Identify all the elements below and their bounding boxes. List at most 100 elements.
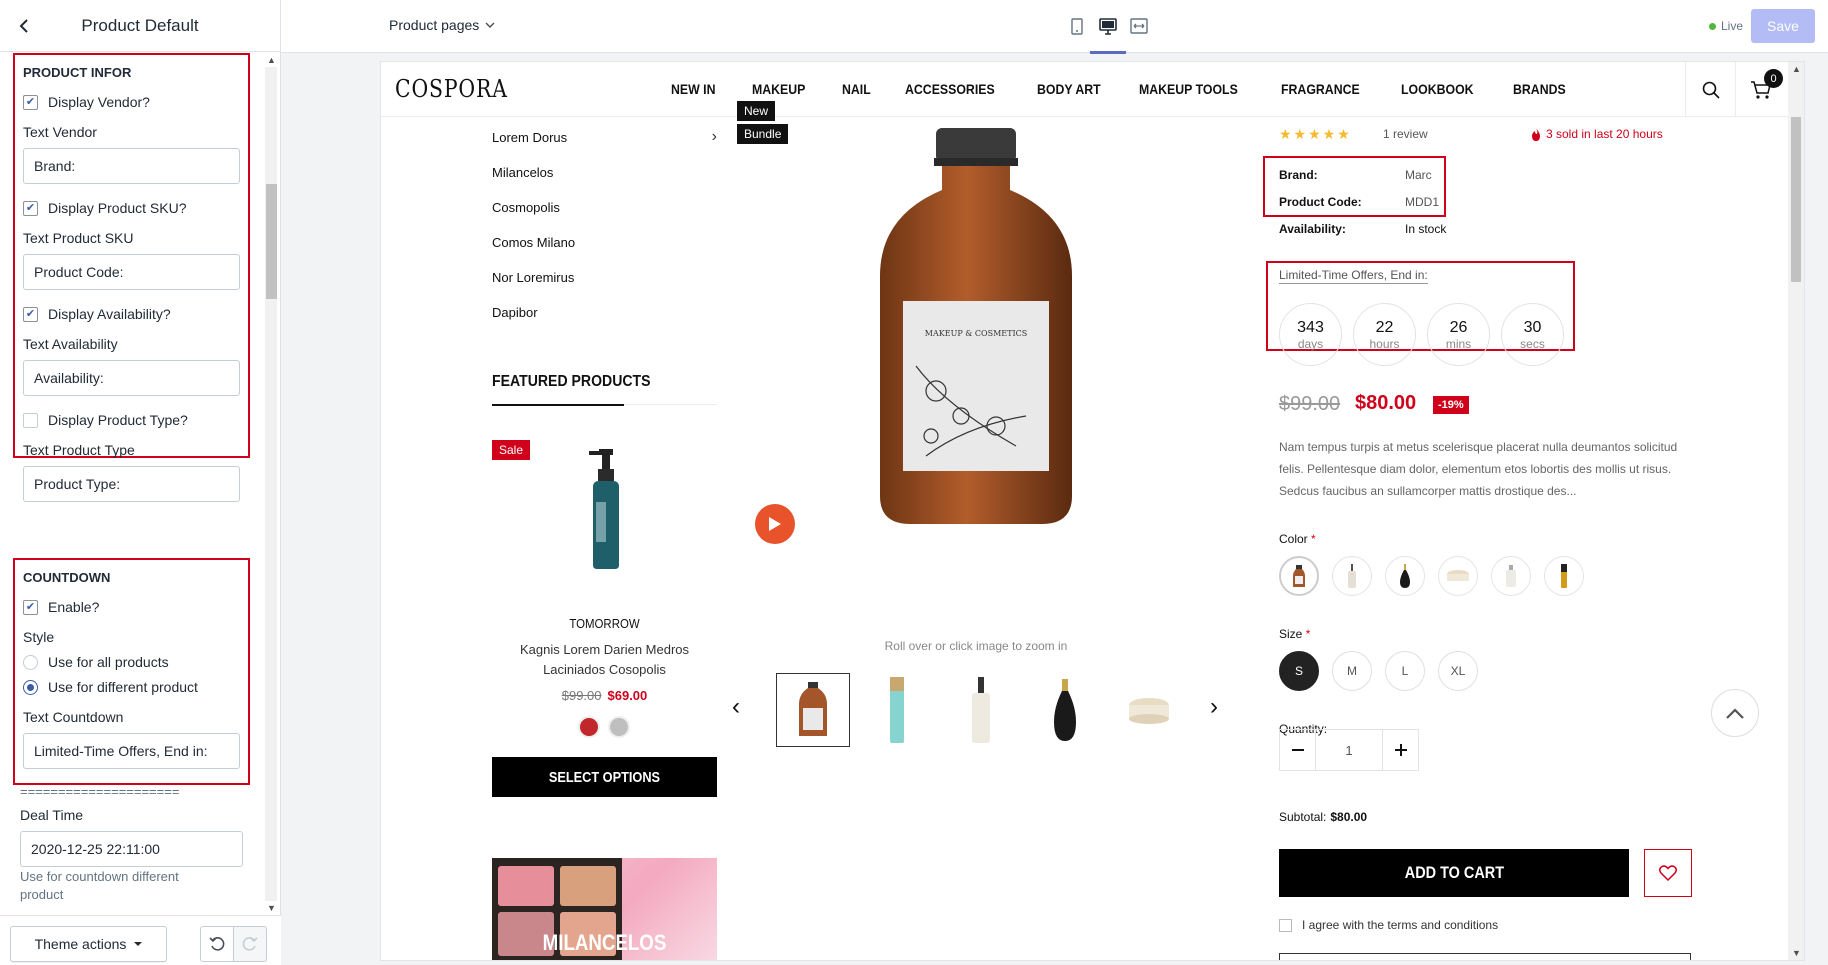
category-item[interactable]: Dapibor: [492, 305, 717, 340]
color-swatch[interactable]: [1491, 556, 1531, 596]
scroll-up-icon[interactable]: ▲: [1792, 64, 1801, 74]
promo-banner[interactable]: MILANCELOS: [492, 858, 717, 960]
scroll-thumb[interactable]: [1791, 117, 1801, 282]
countdown-days: 343 days: [1279, 303, 1342, 366]
text-availability-input[interactable]: Availability:: [23, 360, 240, 396]
name-line: Laciniados Cosopolis: [543, 662, 666, 677]
menu-item-fragrance[interactable]: FRAGRANCE: [1281, 81, 1360, 97]
cart-button[interactable]: 0: [1735, 62, 1785, 117]
wishlist-button[interactable]: [1644, 849, 1692, 897]
swatch-pump-bottle: [1348, 564, 1356, 588]
quantity-minus-button[interactable]: [1280, 730, 1315, 770]
style-all-radio[interactable]: Use for all products: [23, 652, 240, 672]
menu-item-lookbook[interactable]: LOOKBOOK: [1401, 81, 1474, 97]
scroll-thumb[interactable]: [266, 184, 277, 299]
size-option-l[interactable]: L: [1385, 651, 1425, 691]
radio-circle: [23, 654, 38, 670]
thumbnail[interactable]: [944, 673, 1018, 747]
countdown-unit: days: [1297, 336, 1324, 351]
menu-item-accessories[interactable]: ACCESSORIES: [905, 81, 995, 97]
featured-product-image[interactable]: [581, 447, 631, 572]
menu-item-nail[interactable]: NAIL: [842, 81, 871, 97]
play-video-button[interactable]: [755, 504, 795, 544]
display-sku-checkbox[interactable]: ✔ Display Product SKU?: [23, 198, 240, 218]
store-logo[interactable]: COSPORA: [395, 75, 508, 103]
undo-button[interactable]: [200, 926, 234, 962]
countdown-mins: 26 mins: [1427, 303, 1490, 366]
thumbnail[interactable]: [860, 673, 934, 747]
category-item[interactable]: Comos Milano: [492, 235, 717, 270]
add-to-cart-button[interactable]: ADD TO CART: [1279, 849, 1629, 897]
text-countdown-input[interactable]: Limited-Time Offers, End in:: [23, 733, 240, 769]
settings-scroll-area[interactable]: PRODUCT INFOR ✔ Display Vendor? Text Vend…: [0, 53, 281, 915]
text-sku-input[interactable]: Product Code:: [23, 254, 240, 290]
menu-item-brands[interactable]: BRANDS: [1513, 81, 1566, 97]
bundle-tag: Bundle: [737, 124, 789, 144]
buy-now-button[interactable]: [1279, 953, 1691, 960]
display-availability-checkbox[interactable]: ✔ Display Availability?: [23, 304, 240, 324]
checkmark-icon: ✔: [23, 306, 38, 322]
size-option-m[interactable]: M: [1332, 651, 1372, 691]
main-menu: NEW IN MAKEUP NAIL ACCESSORIES BODY ART …: [671, 81, 1603, 97]
size-option-s[interactable]: S: [1279, 651, 1319, 691]
text-type-input[interactable]: Product Type:: [23, 466, 240, 502]
desktop-view-button[interactable]: [1090, 15, 1126, 54]
back-to-top-button[interactable]: [1711, 689, 1759, 737]
color-swatch[interactable]: [1544, 556, 1584, 596]
search-button[interactable]: [1685, 62, 1735, 117]
category-item[interactable]: Lorem Dorus ›: [492, 128, 717, 165]
fullscreen-view-button[interactable]: [1127, 15, 1151, 37]
swatch-red[interactable]: [578, 716, 600, 738]
page-type-select[interactable]: Product pages: [389, 17, 495, 33]
menu-item-makeup-tools[interactable]: MAKEUP TOOLS: [1139, 81, 1238, 97]
main-product-image[interactable]: MAKEUP & COSMETICS: [876, 126, 1076, 528]
terms-checkbox[interactable]: I agree with the terms and conditions: [1279, 918, 1498, 932]
quantity-plus-button[interactable]: [1383, 730, 1418, 770]
menu-item-new-in[interactable]: NEW IN: [671, 81, 715, 97]
thumb-prev-icon[interactable]: ‹: [732, 693, 740, 721]
thumb-next-icon[interactable]: ›: [1210, 693, 1218, 721]
thumbnail[interactable]: [1112, 673, 1186, 747]
category-item[interactable]: Cosmopolis: [492, 200, 717, 235]
sidebar-scrollbar[interactable]: ▲ ▼: [263, 53, 279, 915]
menu-item-body-art[interactable]: BODY ART: [1037, 81, 1101, 97]
color-swatch[interactable]: [1279, 556, 1319, 596]
label-text: Color: [1279, 532, 1308, 546]
countdown-enable-checkbox[interactable]: ✔ Enable?: [23, 597, 240, 617]
swatch-gold-tube: [1561, 564, 1567, 588]
redo-button[interactable]: [233, 926, 267, 962]
size-option-xl[interactable]: XL: [1438, 651, 1478, 691]
discount-badge: -19%: [1433, 396, 1469, 414]
deal-time-input[interactable]: 2020-12-25 22:11:00: [20, 831, 243, 867]
color-swatch[interactable]: [1438, 556, 1478, 596]
zoom-hint: Roll over or click image to zoom in: [884, 639, 1068, 653]
live-dot-icon: [1709, 22, 1716, 30]
section-heading: COUNTDOWN: [23, 570, 111, 585]
color-swatch[interactable]: [1332, 556, 1372, 596]
quantity-input[interactable]: 1: [1315, 730, 1383, 770]
featured-product-name[interactable]: Kagnis Lorem Darien Medros Laciniados Co…: [492, 640, 717, 680]
select-options-button[interactable]: SELECT OPTIONS: [492, 757, 717, 797]
display-vendor-checkbox[interactable]: ✔ Display Vendor?: [23, 92, 240, 112]
display-type-checkbox[interactable]: Display Product Type?: [23, 410, 240, 430]
thumbnail[interactable]: [1028, 673, 1102, 747]
text-vendor-input[interactable]: Brand:: [23, 148, 240, 184]
scroll-down-icon[interactable]: ▼: [1792, 948, 1801, 958]
back-button[interactable]: [12, 14, 36, 38]
scroll-down-icon[interactable]: ▼: [267, 903, 276, 913]
style-different-radio[interactable]: Use for different product: [23, 677, 240, 697]
swatch-grey[interactable]: [608, 716, 630, 738]
mobile-view-button[interactable]: [1065, 15, 1089, 37]
preview-scrollbar[interactable]: ▲ ▼: [1788, 62, 1804, 960]
storefront-preview[interactable]: COSPORA NEW IN MAKEUP NAIL ACCESSORIES B…: [381, 62, 1804, 960]
theme-actions-button[interactable]: Theme actions: [10, 926, 167, 962]
category-item[interactable]: Nor Loremirus: [492, 270, 717, 305]
menu-item-makeup[interactable]: MAKEUP: [752, 81, 805, 97]
color-swatch[interactable]: [1385, 556, 1425, 596]
scroll-up-icon[interactable]: ▲: [267, 55, 276, 65]
save-button[interactable]: Save: [1751, 9, 1815, 43]
thumbnail[interactable]: [776, 673, 850, 747]
review-count[interactable]: 1 review: [1383, 127, 1428, 141]
category-item[interactable]: Milancelos: [492, 165, 717, 200]
featured-product-brand[interactable]: TOMORROW: [506, 616, 704, 631]
